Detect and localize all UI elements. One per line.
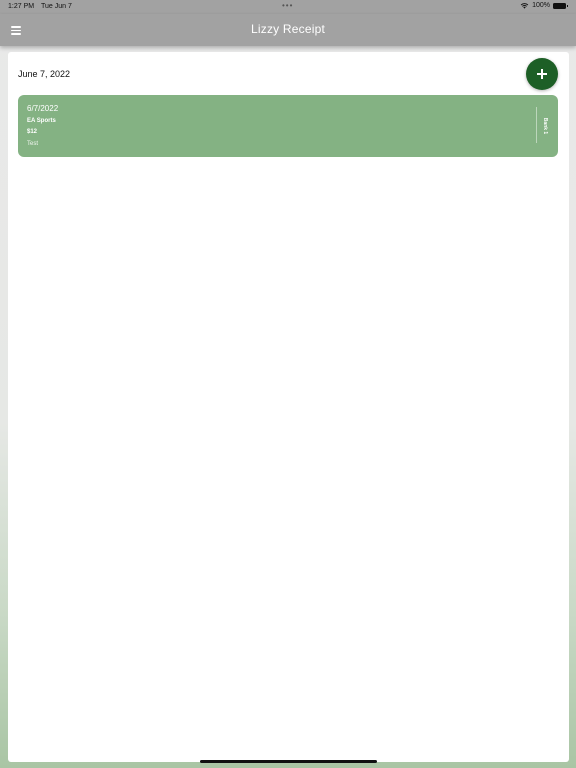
receipt-note: Test (27, 141, 39, 147)
wifi-icon (520, 3, 529, 9)
plus-icon (537, 69, 547, 79)
multitasking-dots-icon[interactable]: ••• (282, 1, 293, 10)
battery-percent: 100% (532, 2, 550, 9)
receipt-account-tag: Bank 1 (538, 117, 552, 135)
receipt-card[interactable]: 6/7/2022 EA Sports $12 Test Bank 1 (18, 95, 558, 157)
status-bar: 1:27 PM Tue Jun 7 ••• 100% (0, 0, 576, 14)
section-date: June 7, 2022 (18, 69, 71, 79)
home-indicator[interactable] (200, 760, 377, 763)
card-divider (536, 107, 537, 143)
page-title: Lizzy Receipt (251, 22, 325, 36)
receipt-list-panel: June 7, 2022 6/7/2022 EA Sports $12 Test… (8, 52, 569, 762)
status-time: 1:27 PM (8, 3, 35, 10)
add-receipt-button[interactable] (526, 58, 558, 90)
receipt-vendor: EA Sports (27, 118, 56, 124)
status-date: Tue Jun 7 (41, 3, 72, 10)
receipt-date: 6/7/2022 (27, 104, 59, 113)
battery-icon (553, 2, 568, 9)
receipt-account-label: Bank 1 (542, 117, 548, 135)
receipt-amount: $12 (27, 129, 38, 135)
status-indicators: 100% (520, 2, 568, 9)
app-header: Lizzy Receipt (0, 14, 576, 46)
